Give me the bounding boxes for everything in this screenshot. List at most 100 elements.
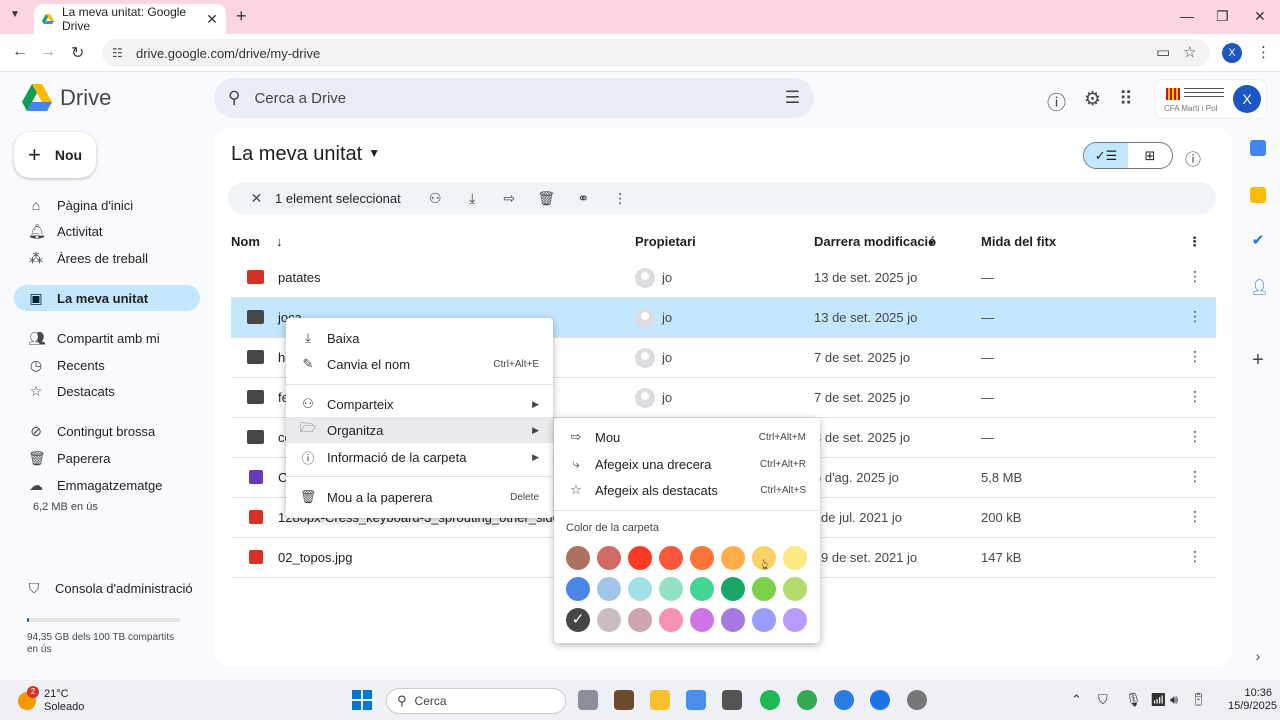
folder-color-swatch[interactable]: [783, 608, 807, 632]
calendar-icon[interactable]: [1250, 140, 1266, 156]
sidebar-item-recent[interactable]: ◷ Recents: [14, 352, 200, 378]
drive-logo[interactable]: Drive: [22, 84, 111, 112]
battery-icon[interactable]: 🔋︎: [1190, 692, 1207, 708]
keep-icon[interactable]: [1250, 187, 1266, 203]
search-bar[interactable]: ⚲ Cerca a Drive ☰: [214, 78, 814, 118]
volume-icon[interactable]: 🔊︎: [1170, 692, 1178, 708]
tab-list-chevron-icon[interactable]: ▼: [10, 9, 20, 20]
row-more-icon[interactable]: ⋮: [1188, 508, 1202, 525]
file-explorer-icon[interactable]: [650, 690, 670, 710]
site-settings-icon[interactable]: ☷: [112, 46, 126, 60]
row-more-icon[interactable]: ⋮: [1188, 348, 1202, 365]
folder-color-swatch[interactable]: [752, 577, 776, 601]
folder-color-swatch[interactable]: [659, 608, 683, 632]
task-view-icon[interactable]: [578, 690, 598, 710]
close-window-icon[interactable]: ✕: [1254, 8, 1266, 25]
menu-item-folder-info[interactable]: ⓘ Informació de la carpeta ▶: [286, 444, 553, 470]
column-options-icon[interactable]: ⋮: [1188, 234, 1201, 250]
taskbar-search[interactable]: ⚲ Cerca: [386, 688, 566, 714]
settings-gear-icon[interactable]: ⚙: [1084, 88, 1101, 111]
account-avatar[interactable]: X: [1233, 85, 1261, 113]
menu-item-rename[interactable]: ✎ Canvia el nom Ctrl+Alt+E: [286, 351, 553, 377]
folder-color-swatch[interactable]: [659, 546, 683, 570]
minimize-icon[interactable]: —: [1180, 8, 1194, 24]
menu-item-move-to-trash[interactable]: 🗑︎ Mou a la paperera Delete: [286, 484, 553, 510]
folder-color-swatch[interactable]: [783, 577, 807, 601]
folder-color-swatch[interactable]: [721, 608, 745, 632]
share-person-add-icon[interactable]: ⚇: [417, 190, 454, 207]
folder-color-swatch[interactable]: [628, 546, 652, 570]
details-info-icon[interactable]: ⓘ: [1185, 146, 1201, 170]
sidebar-item-home[interactable]: ⌂ Pàgina d'inici: [14, 192, 200, 218]
add-app-plus-icon[interactable]: +: [1250, 350, 1266, 370]
reload-icon[interactable]: ↻: [71, 43, 84, 63]
folder-color-swatch[interactable]: [597, 577, 621, 601]
folder-color-swatch[interactable]: [566, 546, 590, 570]
menu-item-download[interactable]: ⤓ Baixa: [286, 325, 553, 351]
folder-color-swatch[interactable]: [597, 608, 621, 632]
column-header-name[interactable]: Nom: [231, 234, 260, 249]
clear-selection-icon[interactable]: ✕: [238, 190, 275, 207]
browser-profile-avatar[interactable]: X: [1222, 43, 1242, 63]
collapse-panel-chevron-icon[interactable]: ›: [1250, 648, 1266, 664]
folder-color-swatch[interactable]: [628, 577, 652, 601]
row-more-icon[interactable]: ⋮: [1188, 428, 1202, 445]
sidebar-item-trash[interactable]: 🗑︎ Paperera: [14, 445, 200, 471]
browser-tab[interactable]: La meva unitat: Google Drive ✕: [34, 4, 226, 34]
sort-caret-down-icon[interactable]: ▼: [927, 238, 936, 248]
system-clock[interactable]: 10:36 15/9/2025: [1228, 687, 1277, 713]
more-actions-icon[interactable]: ⋮: [602, 190, 639, 207]
row-more-icon[interactable]: ⋮: [1188, 388, 1202, 405]
store-icon[interactable]: [686, 690, 706, 710]
folder-color-swatch[interactable]: [721, 546, 745, 570]
menu-item-move[interactable]: ⇨ Mou Ctrl+Alt+M: [554, 424, 820, 450]
spotify-icon[interactable]: [760, 690, 780, 710]
install-app-icon[interactable]: ▭: [1156, 43, 1170, 61]
folder-color-swatch[interactable]: [690, 546, 714, 570]
search-filter-icon[interactable]: ☰: [785, 88, 800, 108]
back-icon[interactable]: ←: [12, 43, 28, 61]
row-more-icon[interactable]: ⋮: [1188, 308, 1202, 325]
sort-arrow-down-icon[interactable]: ↓: [276, 234, 283, 249]
apps-grid-icon[interactable]: ⠿: [1119, 88, 1133, 111]
help-icon[interactable]: ⓘ: [1047, 88, 1066, 115]
folder-color-swatch[interactable]: [566, 608, 590, 632]
contacts-icon[interactable]: 👤︎: [1250, 280, 1269, 296]
move-folder-icon[interactable]: ⇨: [491, 190, 528, 207]
search-icon[interactable]: ⚲: [228, 88, 240, 108]
chrome-icon[interactable]: [797, 690, 817, 710]
trash-icon[interactable]: 🗑︎: [528, 190, 565, 207]
grid-view-icon[interactable]: ⊞: [1128, 143, 1172, 168]
folder-color-swatch[interactable]: [721, 577, 745, 601]
list-view-icon[interactable]: ✓☰: [1084, 143, 1128, 168]
sidebar-item-starred[interactable]: ☆ Destacats: [14, 378, 200, 404]
folder-color-swatch[interactable]: [659, 577, 683, 601]
copy-link-icon[interactable]: ⚭: [565, 190, 602, 207]
row-more-icon[interactable]: ⋮: [1188, 548, 1202, 565]
browser-menu-icon[interactable]: ⋮: [1256, 43, 1271, 61]
new-button[interactable]: + Nou: [14, 132, 96, 178]
column-header-size[interactable]: Mida del fitx: [981, 234, 1056, 249]
folder-color-swatch[interactable]: [566, 577, 590, 601]
folder-color-swatch[interactable]: [628, 608, 652, 632]
wifi-icon[interactable]: 📶︎: [1150, 692, 1167, 708]
download-icon[interactable]: ⤓: [454, 190, 491, 207]
menu-item-add-starred[interactable]: ☆ Afegeix als destacats Ctrl+Alt+S: [554, 477, 820, 503]
view-toggle[interactable]: ✓☰ ⊞: [1083, 142, 1173, 169]
row-more-icon[interactable]: ⋮: [1188, 268, 1202, 285]
settings-app-icon[interactable]: [907, 690, 927, 710]
tools-app-icon[interactable]: [722, 690, 742, 710]
table-row[interactable]: patates jo 13 de set. 2025 jo — ⋮: [231, 258, 1216, 298]
qbittorrent-icon[interactable]: [834, 690, 854, 710]
sidebar-item-admin-console[interactable]: ⛉ Consola d'administració: [12, 575, 198, 601]
column-header-modified[interactable]: Darrera modificació: [814, 234, 936, 249]
chrome-profile-icon[interactable]: [870, 690, 890, 710]
forward-icon[interactable]: →: [40, 43, 56, 61]
menu-item-organize[interactable]: 🗁︎ Organitza ▶: [286, 417, 553, 443]
new-tab-icon[interactable]: +: [236, 6, 247, 27]
windows-start-icon[interactable]: [352, 690, 372, 710]
folder-color-swatch[interactable]: [690, 577, 714, 601]
sidebar-item-activity[interactable]: 🔔︎ Activitat: [14, 218, 200, 244]
folder-color-swatch[interactable]: [783, 546, 807, 570]
menu-item-share[interactable]: ⚇ Comparteix ▶: [286, 391, 553, 417]
